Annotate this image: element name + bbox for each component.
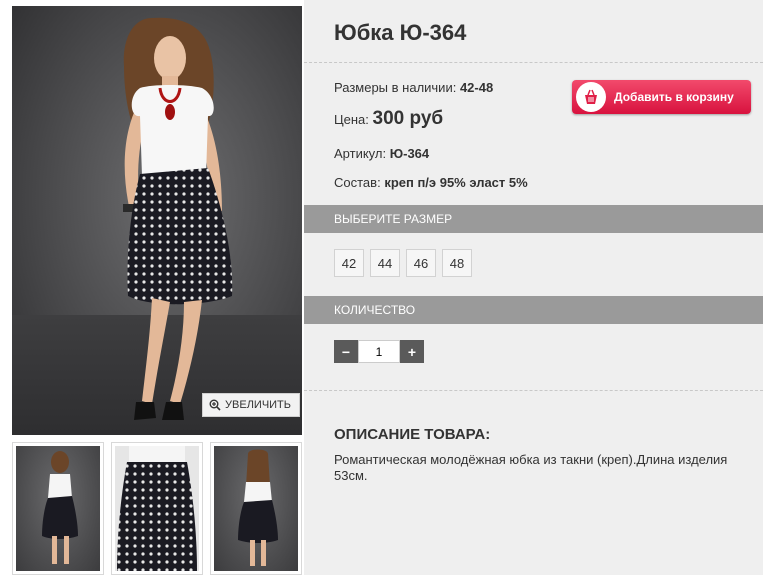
description-title: ОПИСАНИЕ ТОВАРА: bbox=[334, 426, 491, 443]
composition: Состав: креп п/э 95% эласт 5% bbox=[334, 175, 528, 190]
model-figure bbox=[123, 17, 233, 420]
article: Артикул: Ю-364 bbox=[334, 146, 429, 161]
size-option-46[interactable]: 46 bbox=[406, 249, 436, 277]
sizes-available: Размеры в наличии: 42-48 bbox=[334, 80, 493, 95]
description-text: Романтическая молодёжная юбка из такни (… bbox=[334, 452, 728, 483]
divider bbox=[304, 390, 763, 391]
basket-icon bbox=[576, 82, 606, 112]
add-to-cart-button[interactable]: Добавить в корзину bbox=[572, 80, 751, 114]
quantity-input[interactable] bbox=[358, 340, 400, 363]
product-title: Юбка Ю-364 bbox=[334, 20, 467, 45]
article-value: Ю-364 bbox=[389, 146, 430, 161]
zoom-button[interactable]: УВЕЛИЧИТЬ bbox=[202, 393, 300, 417]
thumbnail-front[interactable] bbox=[12, 442, 104, 575]
size-section-header: ВЫБЕРИТЕ РАЗМЕР bbox=[304, 205, 763, 233]
size-option-42[interactable]: 42 bbox=[334, 249, 364, 277]
main-product-photo[interactable]: УВЕЛИЧИТЬ bbox=[12, 6, 302, 435]
size-option-44[interactable]: 44 bbox=[370, 249, 400, 277]
magnifier-plus-icon bbox=[209, 399, 221, 411]
price: Цена: 300 руб bbox=[334, 108, 443, 130]
quantity-increase-button[interactable]: + bbox=[400, 340, 424, 363]
quantity-decrease-button[interactable]: − bbox=[334, 340, 358, 363]
quantity-stepper: − + bbox=[334, 340, 424, 363]
sizes-value: 42-48 bbox=[459, 80, 494, 95]
thumbnail-image bbox=[117, 446, 197, 571]
price-label: Цена: bbox=[334, 112, 369, 127]
quantity-section-header: КОЛИЧЕСТВО bbox=[304, 296, 763, 324]
size-options: 42 44 46 48 bbox=[334, 249, 472, 277]
size-option-48[interactable]: 48 bbox=[442, 249, 472, 277]
thumbnail-image bbox=[238, 449, 278, 566]
thumbnail-strip bbox=[12, 442, 302, 575]
thumbnail-image bbox=[42, 451, 78, 564]
product-info-panel: Юбка Ю-364 Размеры в наличии: 42-48 Цена… bbox=[304, 0, 763, 575]
thumbnail-skirt-closeup[interactable] bbox=[111, 442, 203, 575]
article-label: Артикул: bbox=[334, 146, 387, 161]
thumbnail-back[interactable] bbox=[210, 442, 302, 575]
price-value: 300 руб bbox=[372, 108, 444, 129]
composition-value: креп п/э 95% эласт 5% bbox=[384, 175, 528, 190]
add-to-cart-label: Добавить в корзину bbox=[614, 90, 734, 104]
zoom-label: УВЕЛИЧИТЬ bbox=[225, 399, 291, 411]
sizes-label: Размеры в наличии: bbox=[334, 80, 457, 95]
composition-label: Состав: bbox=[334, 175, 381, 190]
divider bbox=[304, 62, 763, 63]
